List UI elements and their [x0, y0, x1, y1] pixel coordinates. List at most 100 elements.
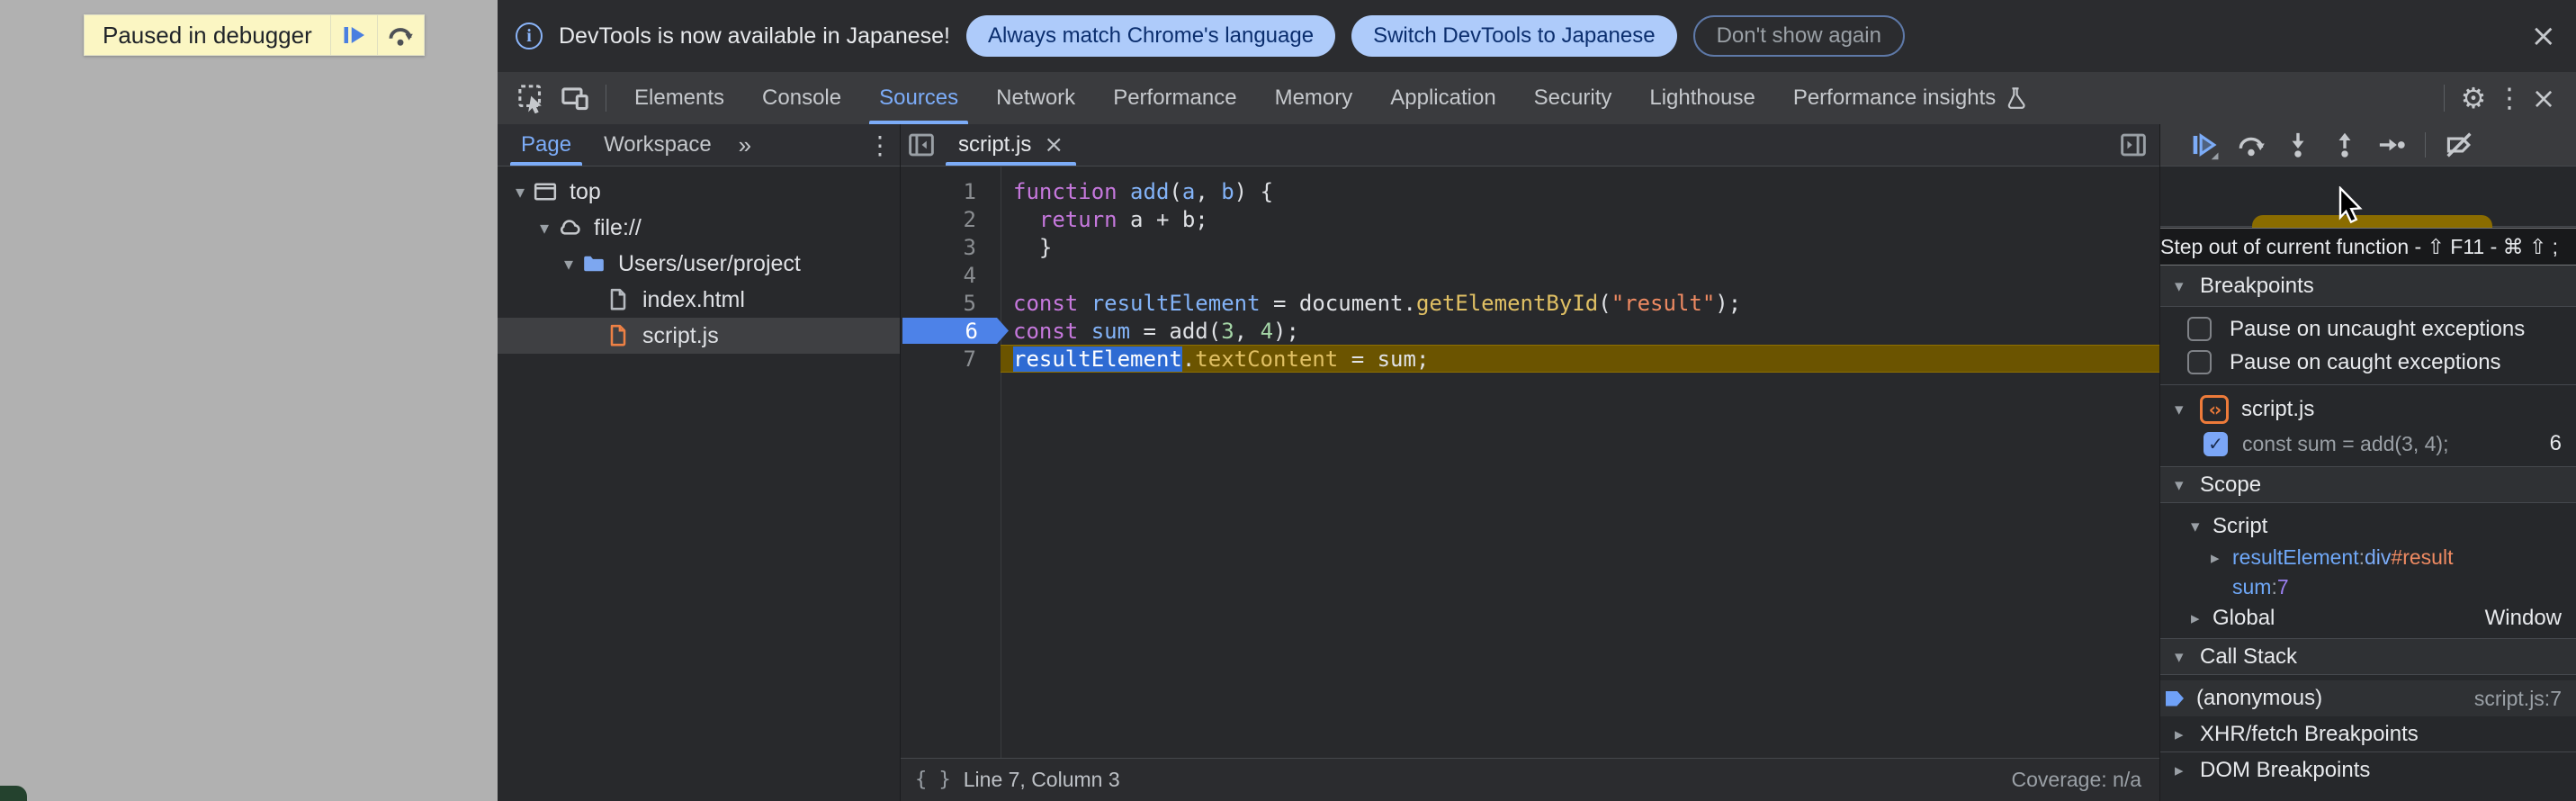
- tree-item-label: index.html: [642, 287, 745, 313]
- breakpoint-file-expand-icon: ▾: [2175, 400, 2200, 419]
- line-number-2[interactable]: 2: [901, 205, 1001, 233]
- jsfile-icon: [605, 322, 632, 349]
- infobar-close-icon[interactable]: ×: [2531, 21, 2557, 51]
- code-line-text[interactable]: const resultElement = document.getElemen…: [1001, 289, 2159, 317]
- pause-uncaught-row[interactable]: Pause on uncaught exceptions: [2160, 312, 2576, 346]
- breakpoint-file-label: script.js: [2241, 397, 2314, 422]
- dom-breakpoints-header[interactable]: ▸ DOM Breakpoints: [2160, 752, 2576, 788]
- tree-item-users-user-project[interactable]: ▾Users/user/project: [498, 246, 900, 282]
- code-line-text[interactable]: [1001, 261, 2159, 289]
- deactivate-breakpoints-icon[interactable]: [2442, 128, 2476, 162]
- breakpoint-entry-checkbox[interactable]: ✓: [2204, 432, 2228, 456]
- scope-var-sum[interactable]: sum: 7: [2160, 572, 2576, 602]
- breakpoints-expand-icon: ▾: [2175, 276, 2200, 296]
- code-line-text[interactable]: resultElement.textContent = sum;: [1001, 345, 2159, 373]
- tab-lighthouse[interactable]: Lighthouse: [1630, 72, 1773, 124]
- code-line-text[interactable]: function add(a, b) {: [1001, 177, 2159, 205]
- switch-to-japanese-button[interactable]: Switch DevTools to Japanese: [1351, 15, 1677, 57]
- code-line-text[interactable]: return a + b;: [1001, 205, 2159, 233]
- line-number-5[interactable]: 5: [901, 289, 1001, 317]
- tree-item-top[interactable]: ▾top: [498, 174, 900, 210]
- code-line-text[interactable]: const sum = add(3, 4);: [1001, 317, 2159, 345]
- navigator-tab-workspace[interactable]: Workspace: [588, 124, 728, 166]
- breakpoint-file-row[interactable]: ▾ ‹› script.js: [2160, 392, 2576, 427]
- line-number-3[interactable]: 3: [901, 233, 1001, 261]
- tab-elements[interactable]: Elements: [615, 72, 743, 124]
- settings-gear-icon[interactable]: ⚙: [2454, 81, 2493, 115]
- scope-global-label: Global: [2212, 606, 2275, 631]
- devtools-close-icon[interactable]: ×: [2526, 81, 2562, 115]
- tab-performance-insights[interactable]: Performance insights: [1774, 72, 2045, 124]
- breakpoint-entry-row[interactable]: ✓ const sum = add(3, 4); 6: [2160, 427, 2576, 461]
- tree-expand-icon[interactable]: ▾: [533, 217, 556, 238]
- editor-tab-close-icon[interactable]: ×: [1044, 131, 1064, 158]
- tab-performance[interactable]: Performance: [1094, 72, 1255, 124]
- scope-section-header[interactable]: ▾ Scope: [2160, 467, 2576, 502]
- scope-script-row[interactable]: ▾ Script: [2160, 510, 2576, 543]
- code-editor[interactable]: 1function add(a, b) {2 return a + b;3 }4…: [901, 166, 2159, 758]
- var-value-tag: div: [2365, 545, 2391, 570]
- step-over-icon[interactable]: [2234, 128, 2268, 162]
- pause-caught-row[interactable]: Pause on caught exceptions: [2160, 346, 2576, 379]
- code-token: return: [1039, 207, 1117, 232]
- code-token: .: [1182, 346, 1195, 372]
- xhr-breakpoints-header[interactable]: ▸ XHR/fetch Breakpoints: [2160, 716, 2576, 752]
- tree-item-index-html[interactable]: index.html: [498, 282, 900, 318]
- line-number-6[interactable]: 6: [901, 317, 1001, 345]
- tab-application[interactable]: Application: [1371, 72, 1514, 124]
- call-stack-frame-row[interactable]: (anonymous) script.js:7: [2160, 680, 2576, 716]
- tab-memory[interactable]: Memory: [1256, 72, 1372, 124]
- tab-console[interactable]: Console: [743, 72, 860, 124]
- call-stack-expand-icon: ▾: [2175, 647, 2200, 667]
- step-icon[interactable]: [2374, 128, 2409, 162]
- tree-expand-icon[interactable]: ▾: [508, 181, 532, 202]
- call-stack-section-header[interactable]: ▾ Call Stack: [2160, 639, 2576, 674]
- step-out-tooltip: Step out of current function - ⇧ F11 - ⌘…: [2160, 228, 2576, 266]
- tree-item-file-[interactable]: ▾file://: [498, 210, 900, 246]
- toggle-device-toolbar-icon[interactable]: [553, 78, 597, 118]
- coverage-label: Coverage: n/a: [2012, 768, 2141, 792]
- resume-script-button[interactable]: [330, 15, 377, 55]
- toggle-debugger-sidebar-icon[interactable]: [2113, 127, 2154, 163]
- navigator-menu-kebab-icon[interactable]: ⋮: [860, 124, 900, 166]
- pretty-print-braces-icon[interactable]: { }: [915, 769, 951, 791]
- breakpoint-group: ▾ ‹› script.js ✓ const sum = add(3, 4); …: [2160, 385, 2576, 466]
- tree-item-script-js[interactable]: script.js: [498, 318, 900, 354]
- tab-network[interactable]: Network: [977, 72, 1094, 124]
- devtools-menu-kebab-icon[interactable]: ⋮: [2493, 83, 2526, 114]
- code-token: getElementById: [1416, 291, 1598, 316]
- code-line-text[interactable]: }: [1001, 233, 2159, 261]
- always-match-language-button[interactable]: Always match Chrome's language: [966, 15, 1335, 57]
- tab-security[interactable]: Security: [1515, 72, 1631, 124]
- breakpoint-entry-code: const sum = add(3, 4);: [2242, 432, 2448, 456]
- scope-global-row[interactable]: ▸ Global Window: [2160, 602, 2576, 634]
- code-token: 3: [1221, 319, 1234, 344]
- scope-var-resultelement[interactable]: ▸ resultElement: div#result: [2160, 543, 2576, 572]
- code-line-5: 5const resultElement = document.getEleme…: [901, 289, 2159, 317]
- breakpoint-badge[interactable]: 6: [902, 318, 1009, 344]
- line-number-4[interactable]: 4: [901, 261, 1001, 289]
- pause-uncaught-label: Pause on uncaught exceptions: [2230, 317, 2525, 342]
- navigator-more-tabs-icon[interactable]: »: [728, 124, 762, 166]
- line-number-1[interactable]: 1: [901, 177, 1001, 205]
- editor-tab-scriptjs[interactable]: script.js ×: [942, 124, 1080, 166]
- inspect-element-icon[interactable]: [510, 78, 553, 118]
- xhr-breakpoints-title: XHR/fetch Breakpoints: [2200, 722, 2419, 747]
- tab-sources[interactable]: Sources: [860, 72, 977, 124]
- line-number-7[interactable]: 7: [901, 345, 1001, 373]
- dont-show-again-button[interactable]: Don't show again: [1693, 15, 1905, 57]
- step-over-button-banner[interactable]: [377, 15, 424, 55]
- pause-uncaught-checkbox[interactable]: [2187, 317, 2212, 341]
- step-into-icon[interactable]: [2281, 128, 2315, 162]
- debugger-sections: Step out of current function - ⇧ F11 - ⌘…: [2160, 166, 2576, 801]
- breakpoints-section-header[interactable]: ▾ Breakpoints: [2160, 266, 2576, 306]
- pause-caught-checkbox[interactable]: [2187, 350, 2212, 374]
- screen: Paused in debugger i DevTools is now ava…: [0, 0, 2576, 801]
- navigator-tab-page[interactable]: Page: [505, 124, 588, 166]
- toggle-navigator-panel-icon[interactable]: [901, 127, 942, 163]
- script-file-icon: ‹›: [2200, 395, 2229, 424]
- resume-script-icon[interactable]: [2187, 128, 2221, 162]
- scope-global-value: Window: [2485, 606, 2562, 631]
- step-out-icon[interactable]: [2328, 128, 2362, 162]
- tree-expand-icon[interactable]: ▾: [557, 253, 580, 274]
